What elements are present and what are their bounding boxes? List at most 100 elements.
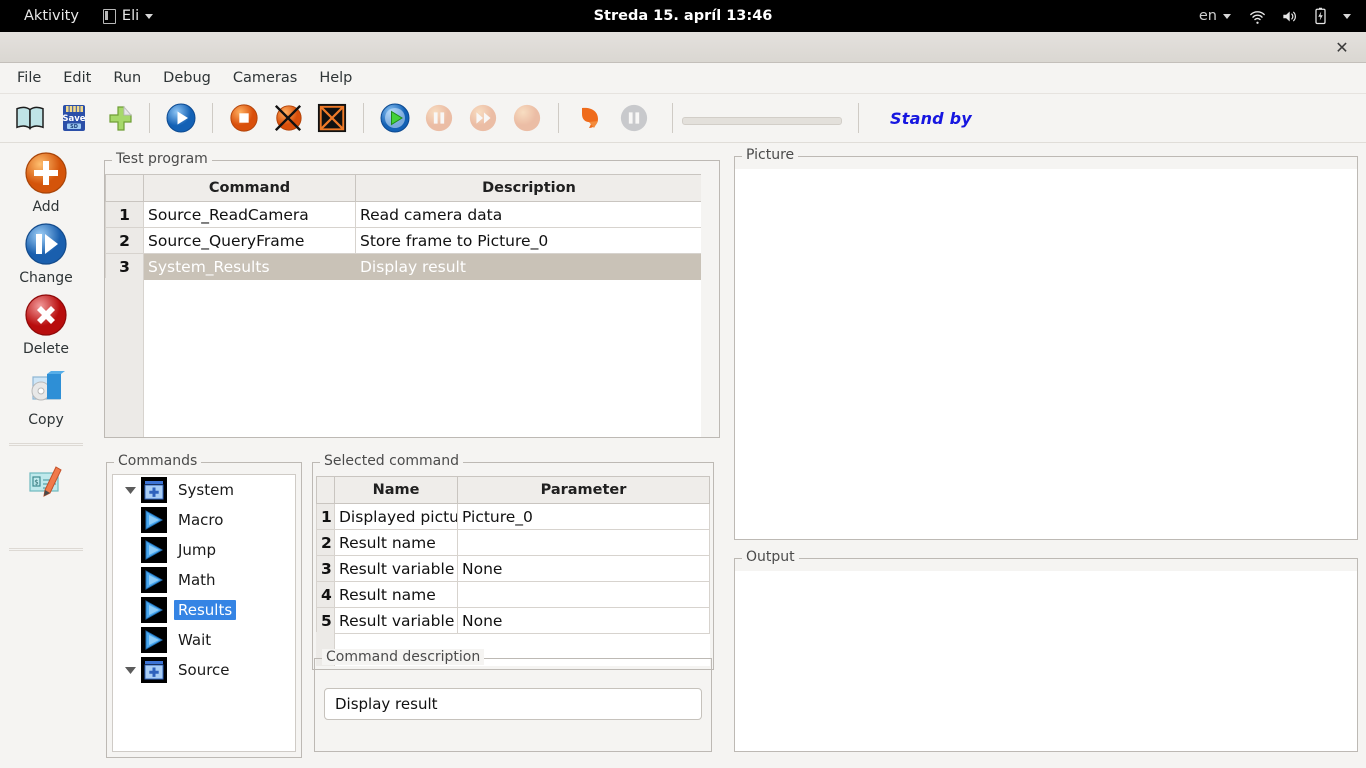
hold-button[interactable]: [612, 98, 656, 138]
test-program-title: Test program: [112, 151, 212, 167]
menu-item-file[interactable]: File: [6, 66, 52, 90]
close-icon[interactable]: ✕: [1328, 32, 1356, 62]
param-name[interactable]: Result variable: [335, 608, 458, 634]
svg-text:$: $: [34, 479, 38, 487]
test-program-scrollbar[interactable]: [701, 174, 719, 437]
debug-pause-button[interactable]: [417, 98, 461, 138]
picture-title: Picture: [742, 147, 798, 163]
selected-command-table: Name Parameter 1 Displayed picture Pictu…: [316, 476, 710, 634]
system-top-bar: Aktivity Eli Streda 15. apríl 13:46 en: [0, 0, 1366, 32]
table-row-selected[interactable]: 3 System_Results Display result: [106, 254, 703, 280]
menu-item-run[interactable]: Run: [102, 66, 152, 90]
debug-run-button[interactable]: [373, 98, 417, 138]
tree-node-macro[interactable]: Macro: [135, 505, 295, 535]
activities-button[interactable]: Aktivity: [12, 0, 91, 32]
menu-item-help[interactable]: Help: [308, 66, 363, 90]
table-row[interactable]: 1 Displayed picture Picture_0: [317, 504, 710, 530]
param-name[interactable]: Result name: [335, 530, 458, 556]
column-header-name: Name: [335, 477, 458, 504]
cancel-button[interactable]: [266, 98, 310, 138]
table-row[interactable]: 2 Source_QueryFrame Store frame to Pictu…: [106, 228, 703, 254]
menu-item-debug[interactable]: Debug: [152, 66, 222, 90]
row-index: 1: [317, 504, 335, 530]
tree-node-math[interactable]: Math: [135, 565, 295, 595]
output-text-area[interactable]: [735, 571, 1357, 751]
table-row[interactable]: 3 Result variable None: [317, 556, 710, 582]
tree-label: Math: [174, 570, 220, 590]
param-value[interactable]: None: [458, 608, 710, 634]
row-command[interactable]: Source_ReadCamera: [144, 202, 356, 228]
table-header-row: Name Parameter: [317, 477, 710, 504]
run-play-icon: [165, 102, 197, 134]
tree-node-jump[interactable]: Jump: [135, 535, 295, 565]
menu-item-edit[interactable]: Edit: [52, 66, 102, 90]
caret-down-icon: [145, 14, 153, 19]
app-menu-button[interactable]: Eli: [91, 0, 165, 32]
selected-command-title: Selected command: [320, 453, 463, 469]
command-description-title: Command description: [322, 649, 484, 665]
toolbar-separator: [149, 103, 150, 133]
param-name[interactable]: Displayed picture: [335, 504, 458, 530]
commands-tree[interactable]: System Macro Jump: [112, 474, 296, 752]
row-command[interactable]: Source_QueryFrame: [144, 228, 356, 254]
param-name[interactable]: Result name: [335, 582, 458, 608]
param-value[interactable]: None: [458, 556, 710, 582]
open-book-icon: [15, 105, 45, 131]
close-box-icon: [317, 103, 347, 133]
table-row[interactable]: 5 Result variable None: [317, 608, 710, 634]
row-index: 2: [106, 228, 144, 254]
stop-button[interactable]: [222, 98, 266, 138]
tree-node-system[interactable]: System: [113, 475, 295, 505]
delete-cross-icon: [23, 292, 69, 338]
tree-node-results[interactable]: Results: [135, 595, 295, 625]
save-program-button[interactable]: Save SD: [52, 98, 96, 138]
edit-values-button[interactable]: $: [23, 459, 69, 508]
command-description-panel: Command description Display result: [314, 658, 712, 752]
param-value[interactable]: [458, 582, 710, 608]
table-row[interactable]: 2 Result name: [317, 530, 710, 556]
param-value[interactable]: [458, 530, 710, 556]
run-button[interactable]: [159, 98, 203, 138]
command-play-icon: [141, 597, 167, 623]
close-program-button[interactable]: [310, 98, 354, 138]
table-row[interactable]: 1 Source_ReadCamera Read camera data: [106, 202, 703, 228]
delete-button[interactable]: Delete: [23, 292, 69, 357]
row-description[interactable]: Store frame to Picture_0: [356, 228, 703, 254]
row-description[interactable]: Display result: [356, 254, 703, 280]
top-bar-right: en: [1192, 0, 1358, 32]
row-command[interactable]: System_Results: [144, 254, 356, 280]
param-value[interactable]: Picture_0: [458, 504, 710, 530]
expander-down-icon[interactable]: [119, 666, 141, 674]
change-button[interactable]: Change: [19, 221, 73, 286]
column-header-index: [317, 477, 335, 504]
clock-button[interactable]: Streda 15. apríl 13:46: [0, 8, 1366, 24]
debug-step-button[interactable]: [461, 98, 505, 138]
save-card-icon: Save SD: [60, 104, 88, 132]
cancel-cross-icon: [273, 103, 303, 133]
command-description-input[interactable]: Display result: [324, 688, 702, 720]
open-program-button[interactable]: [8, 98, 52, 138]
expander-down-icon[interactable]: [119, 486, 141, 494]
debug-play-icon: [379, 102, 411, 134]
param-name[interactable]: Result variable: [335, 556, 458, 582]
picture-canvas[interactable]: [735, 169, 1357, 539]
tree-node-source[interactable]: Source: [113, 655, 295, 685]
command-play-icon: [141, 627, 167, 653]
row-description[interactable]: Read camera data: [356, 202, 703, 228]
tree-label: Macro: [174, 510, 227, 530]
jump-button[interactable]: [568, 98, 612, 138]
jump-arrow-icon: [576, 104, 604, 132]
tree-node-wait[interactable]: Wait: [135, 625, 295, 655]
row-index: 1: [106, 202, 144, 228]
toolbar-separator: [558, 103, 559, 133]
menu-item-cameras[interactable]: Cameras: [222, 66, 308, 90]
row-index: 4: [317, 582, 335, 608]
new-program-button[interactable]: [96, 98, 140, 138]
debug-stop-button[interactable]: [505, 98, 549, 138]
add-button[interactable]: Add: [23, 150, 69, 215]
system-status-menu[interactable]: [1242, 0, 1358, 32]
keyboard-layout-button[interactable]: en: [1192, 0, 1238, 32]
copy-button[interactable]: Copy: [23, 363, 69, 428]
table-row[interactable]: 4 Result name: [317, 582, 710, 608]
row-index: 3: [317, 556, 335, 582]
